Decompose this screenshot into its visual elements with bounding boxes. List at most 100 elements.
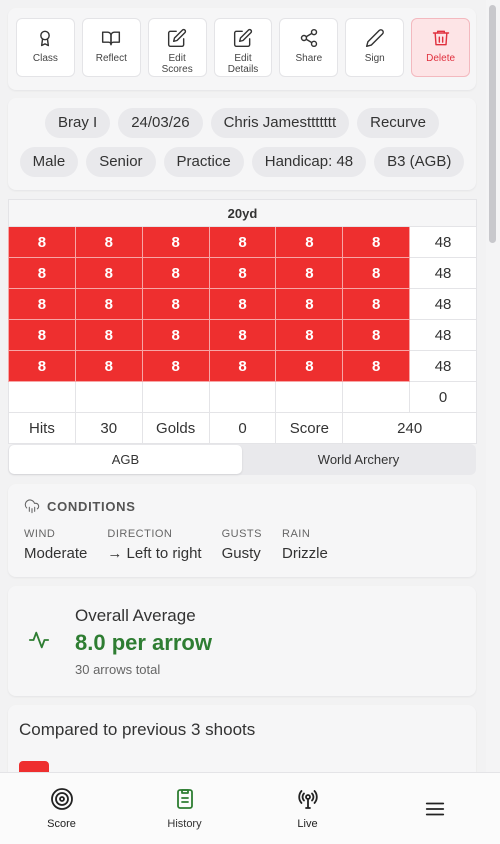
conditions-title: CONDITIONS: [47, 498, 136, 514]
average-sub: 30 arrows total: [75, 662, 161, 677]
golds-label: Golds: [141, 412, 210, 444]
score-label: Score: [275, 412, 344, 444]
reflect-button[interactable]: Reflect: [81, 18, 141, 77]
target-icon: [50, 788, 73, 810]
edit-icon: [233, 28, 253, 48]
share-icon: [300, 28, 318, 48]
empty-cell: [208, 381, 277, 413]
menu-button[interactable]: [370, 773, 500, 844]
pencil-icon: [365, 29, 384, 48]
arrow-score[interactable]: 8: [208, 319, 277, 351]
arrow-score[interactable]: 8: [74, 226, 143, 258]
arrow-score[interactable]: 8: [8, 350, 76, 382]
empty-cell: [8, 381, 76, 413]
arrow-score[interactable]: 8: [342, 319, 411, 351]
gender-tag: Male: [19, 147, 79, 177]
end-row: 8 8 8 8 8 8 48: [8, 319, 477, 351]
arrow-score[interactable]: 8: [8, 257, 76, 289]
menu-icon: [425, 802, 445, 815]
share-button[interactable]: Share: [279, 18, 339, 77]
end-row: 8 8 8 8 8 8 48: [8, 257, 477, 289]
score-detail-page: Class Reflect Edit Scores Edit Details S…: [0, 0, 500, 844]
arrow-score[interactable]: 8: [8, 288, 76, 320]
agb-option[interactable]: AGB: [9, 445, 242, 474]
delete-button[interactable]: Delete: [411, 18, 471, 77]
arrow-score[interactable]: 8: [275, 350, 344, 382]
arrow-score[interactable]: 8: [208, 257, 277, 289]
arrow-score[interactable]: 8: [275, 257, 344, 289]
end-total: 48: [409, 226, 477, 258]
broadcast-icon: [297, 790, 318, 809]
arrow-score[interactable]: 8: [141, 319, 210, 351]
gusts-condition: GUSTS Gusty: [221, 528, 262, 562]
arrow-score[interactable]: 8: [74, 350, 143, 382]
arrow-score[interactable]: 8: [141, 226, 210, 258]
date-tag: 24/03/26: [118, 108, 203, 138]
arrow-score[interactable]: 8: [141, 350, 210, 382]
average-title: Overall Average: [75, 606, 196, 625]
activity-icon: [28, 631, 50, 649]
edit-icon: [168, 28, 187, 48]
nav-live[interactable]: Live: [246, 773, 369, 844]
arrow-score[interactable]: 8: [275, 319, 344, 351]
empty-cell: [275, 381, 344, 413]
empty-cell: [74, 381, 143, 413]
arrow-score[interactable]: 8: [275, 288, 344, 320]
type-tag: Practice: [163, 147, 244, 177]
end-row: 8 8 8 8 8 8 48: [8, 288, 477, 320]
nav-history[interactable]: History: [123, 773, 246, 844]
conditions-header: CONDITIONS: [24, 498, 460, 514]
empty-cell: [342, 381, 411, 413]
arrow-score[interactable]: 8: [342, 288, 411, 320]
world-archery-option[interactable]: World Archery: [242, 445, 475, 474]
end-total: 48: [409, 257, 477, 289]
arrow-score[interactable]: 8: [8, 226, 76, 258]
arrow-score[interactable]: 8: [342, 226, 411, 258]
arrow-score[interactable]: 8: [74, 257, 143, 289]
class-button[interactable]: Class: [16, 18, 75, 77]
score-value: 240: [342, 412, 477, 444]
round-tag: Bray I: [45, 108, 111, 138]
distance-header-row: 20yd: [8, 199, 477, 227]
age-tag: Senior: [86, 147, 156, 177]
handicap-tag: Handicap: 48: [251, 147, 367, 177]
end-total: 48: [409, 350, 477, 382]
arrow-score[interactable]: 8: [141, 257, 210, 289]
arrow-score[interactable]: 8: [141, 288, 210, 320]
trash-icon: [432, 30, 449, 46]
wind-condition: WIND Moderate: [24, 528, 88, 562]
edit-scores-label: Edit Scores: [161, 53, 193, 75]
average-value: 8.0 per arrow: [75, 630, 212, 655]
arrow-score[interactable]: 8: [8, 319, 76, 351]
arrow-score[interactable]: 8: [74, 288, 143, 320]
direction-condition: DIRECTION → Left to right: [107, 528, 202, 562]
edit-details-label: Edit Details: [227, 53, 259, 75]
summary-row: Hits 30 Golds 0 Score 240: [8, 412, 477, 444]
bottom-nav: Score History Live: [0, 772, 500, 844]
session-tags: Bray I 24/03/26 Chris Jamesttttttt Recur…: [8, 98, 476, 190]
rain-condition: RAIN Drizzle: [282, 528, 328, 562]
arrow-score[interactable]: 8: [208, 350, 277, 382]
arrow-score[interactable]: 8: [74, 319, 143, 351]
edit-scores-button[interactable]: Edit Scores: [147, 18, 207, 77]
empty-cell: [141, 381, 210, 413]
classification-tag: B3 (AGB): [374, 147, 465, 177]
arrow-score[interactable]: 8: [208, 288, 277, 320]
comparison-title: Compared to previous 3 shoots: [19, 720, 256, 739]
action-toolbar: Class Reflect Edit Scores Edit Details S…: [8, 8, 476, 90]
arrow-score[interactable]: 8: [342, 257, 411, 289]
sign-button[interactable]: Sign: [345, 18, 405, 77]
edit-details-button[interactable]: Edit Details: [213, 18, 273, 77]
tag-row: Bray I 24/03/26 Chris Jamesttttttt Recur…: [8, 108, 476, 138]
empty-end-row: 0: [8, 381, 477, 413]
end-row: 8 8 8 8 8 8 48: [8, 226, 477, 258]
arrow-score[interactable]: 8: [342, 350, 411, 382]
score-table: 20yd 8 8 8 8 8 8 48 8 8 8 8 8 8 48 8 8 8…: [8, 199, 477, 444]
end-total: 0: [409, 381, 477, 413]
end-total: 48: [409, 319, 477, 351]
arrow-score[interactable]: 8: [275, 226, 344, 258]
arrow-score[interactable]: 8: [208, 226, 277, 258]
scrollbar-thumb[interactable]: [489, 5, 496, 243]
award-icon: [40, 30, 51, 47]
nav-score[interactable]: Score: [0, 773, 123, 844]
